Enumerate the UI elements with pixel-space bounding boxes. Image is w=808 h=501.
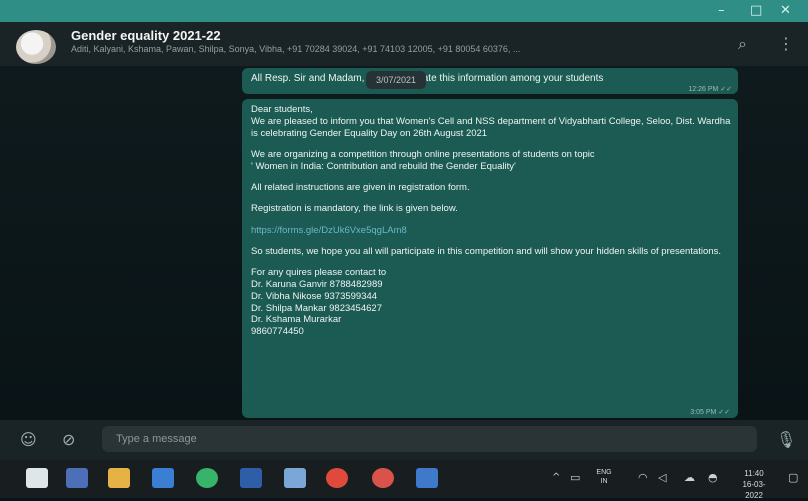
battery-icon[interactable]: ▭ — [570, 471, 580, 484]
message-paragraph: So students, we hope you all will partic… — [251, 246, 733, 258]
message-line: Dr. Kshama Murarkar — [251, 314, 342, 326]
message-line: Registration is mandatory, the link is g… — [251, 203, 458, 215]
message-line: All related instructions are given in re… — [251, 181, 470, 193]
message-bubble[interactable]: All Resp. Sir and Madam, please circulat… — [242, 68, 738, 94]
message-paragraph: Registration is mandatory, the link is g… — [251, 203, 733, 215]
message-time: 3:05 PM ✓✓ — [690, 409, 730, 416]
message-line: 9860774450 — [251, 326, 304, 338]
message-input[interactable] — [102, 426, 757, 452]
dropbox-icon[interactable] — [284, 468, 306, 488]
language-code: ENG — [596, 469, 612, 476]
search-icon[interactable]: ⌕ — [738, 34, 747, 54]
message-line: For any quires please contact to — [251, 267, 387, 279]
message-composer: ☺ ⊘ 🎙 — [0, 420, 808, 460]
minimize-button[interactable]: – — [718, 3, 725, 18]
message-paragraph: Dear students, We are pleased to inform … — [251, 104, 733, 139]
message-line: Dr. Karuna Ganvir 8788482989 — [251, 278, 383, 290]
message-paragraph: For any quires please contact to Dr. Kar… — [251, 267, 733, 338]
group-title: Gender equality 2021-22 — [71, 28, 221, 43]
whatsapp-icon[interactable] — [196, 468, 218, 488]
photos-icon[interactable] — [416, 468, 438, 488]
message-bubble[interactable]: Dear students, We are pleased to inform … — [242, 99, 738, 418]
message-line: Dr. Vibha Nikose 9373599344 — [251, 290, 378, 302]
message-line: Dr. Shilpa Mankar 9823454627 — [251, 302, 382, 314]
chat-area[interactable]: All Resp. Sir and Madam, please circulat… — [0, 66, 808, 472]
menu-icon[interactable]: ⋮ — [778, 34, 794, 53]
chevron-up-icon[interactable]: ^ — [552, 472, 560, 483]
message-line: We are organizing a competition through … — [251, 148, 595, 160]
clock-time: 11:40 — [744, 469, 764, 478]
message-paragraph: All related instructions are given in re… — [251, 182, 733, 194]
message-paragraph: We are organizing a competition through … — [251, 149, 733, 173]
message-text: All Resp. Sir and Madam, please circulat… — [251, 73, 604, 84]
chrome-icon[interactable] — [326, 468, 348, 488]
mail-icon[interactable] — [152, 468, 174, 488]
registration-link[interactable]: https://forms.gle/DzUk6Vxe5qgLAm8 — [251, 225, 407, 236]
window-titlebar: – □ ✕ — [0, 0, 808, 22]
date-chip: 3/07/2021 — [366, 71, 426, 89]
message-line: Dear students, — [251, 104, 313, 115]
chat-header[interactable]: Gender equality 2021-22 Aditi, Kalyani, … — [0, 22, 808, 66]
group-members: Aditi, Kalyani, Kshama, Pawan, Shilpa, S… — [71, 44, 521, 54]
onedrive-icon[interactable]: ◓ — [708, 471, 718, 484]
message-line: So students, we hope you all will partic… — [251, 245, 721, 257]
taskbar: ^ ▭ ENG IN ◠ ◁ ☁ ◓ 11:40 16-03-2022 ▢ — [0, 460, 808, 501]
search-taskbar-icon[interactable] — [26, 468, 48, 488]
task-view-icon[interactable] — [66, 468, 88, 488]
message-time: 12:26 PM ✓✓ — [688, 86, 732, 93]
maximize-button[interactable]: □ — [750, 3, 762, 18]
region-code: IN — [600, 478, 608, 485]
microphone-icon[interactable]: 🎙 — [776, 430, 796, 449]
close-button[interactable]: ✕ — [780, 3, 791, 18]
app-icon[interactable] — [372, 468, 394, 488]
emoji-icon[interactable]: ☺ — [20, 430, 37, 449]
attach-icon[interactable]: ⊘ — [62, 430, 75, 449]
message-line: We are pleased to inform you that Women'… — [251, 115, 731, 139]
file-explorer-icon[interactable] — [108, 468, 130, 488]
message-paragraph: https://forms.gle/DzUk6Vxe5qgLAm8 — [251, 225, 733, 237]
speaker-icon[interactable]: ◁ — [658, 471, 666, 484]
group-avatar[interactable] — [16, 30, 56, 64]
message-line: ' Women in India: Contribution and rebui… — [251, 160, 516, 172]
clock[interactable]: 11:40 16-03-2022 — [734, 468, 774, 501]
wifi-icon[interactable]: ◠ — [638, 471, 648, 484]
notification-icon[interactable]: ▢ — [788, 471, 798, 484]
cloud-icon[interactable]: ☁ — [684, 471, 695, 484]
message-body: Dear students, We are pleased to inform … — [251, 104, 733, 347]
word-icon[interactable] — [240, 468, 262, 488]
clock-date: 16-03-2022 — [742, 480, 766, 500]
language-indicator[interactable]: ENG IN — [592, 468, 616, 486]
